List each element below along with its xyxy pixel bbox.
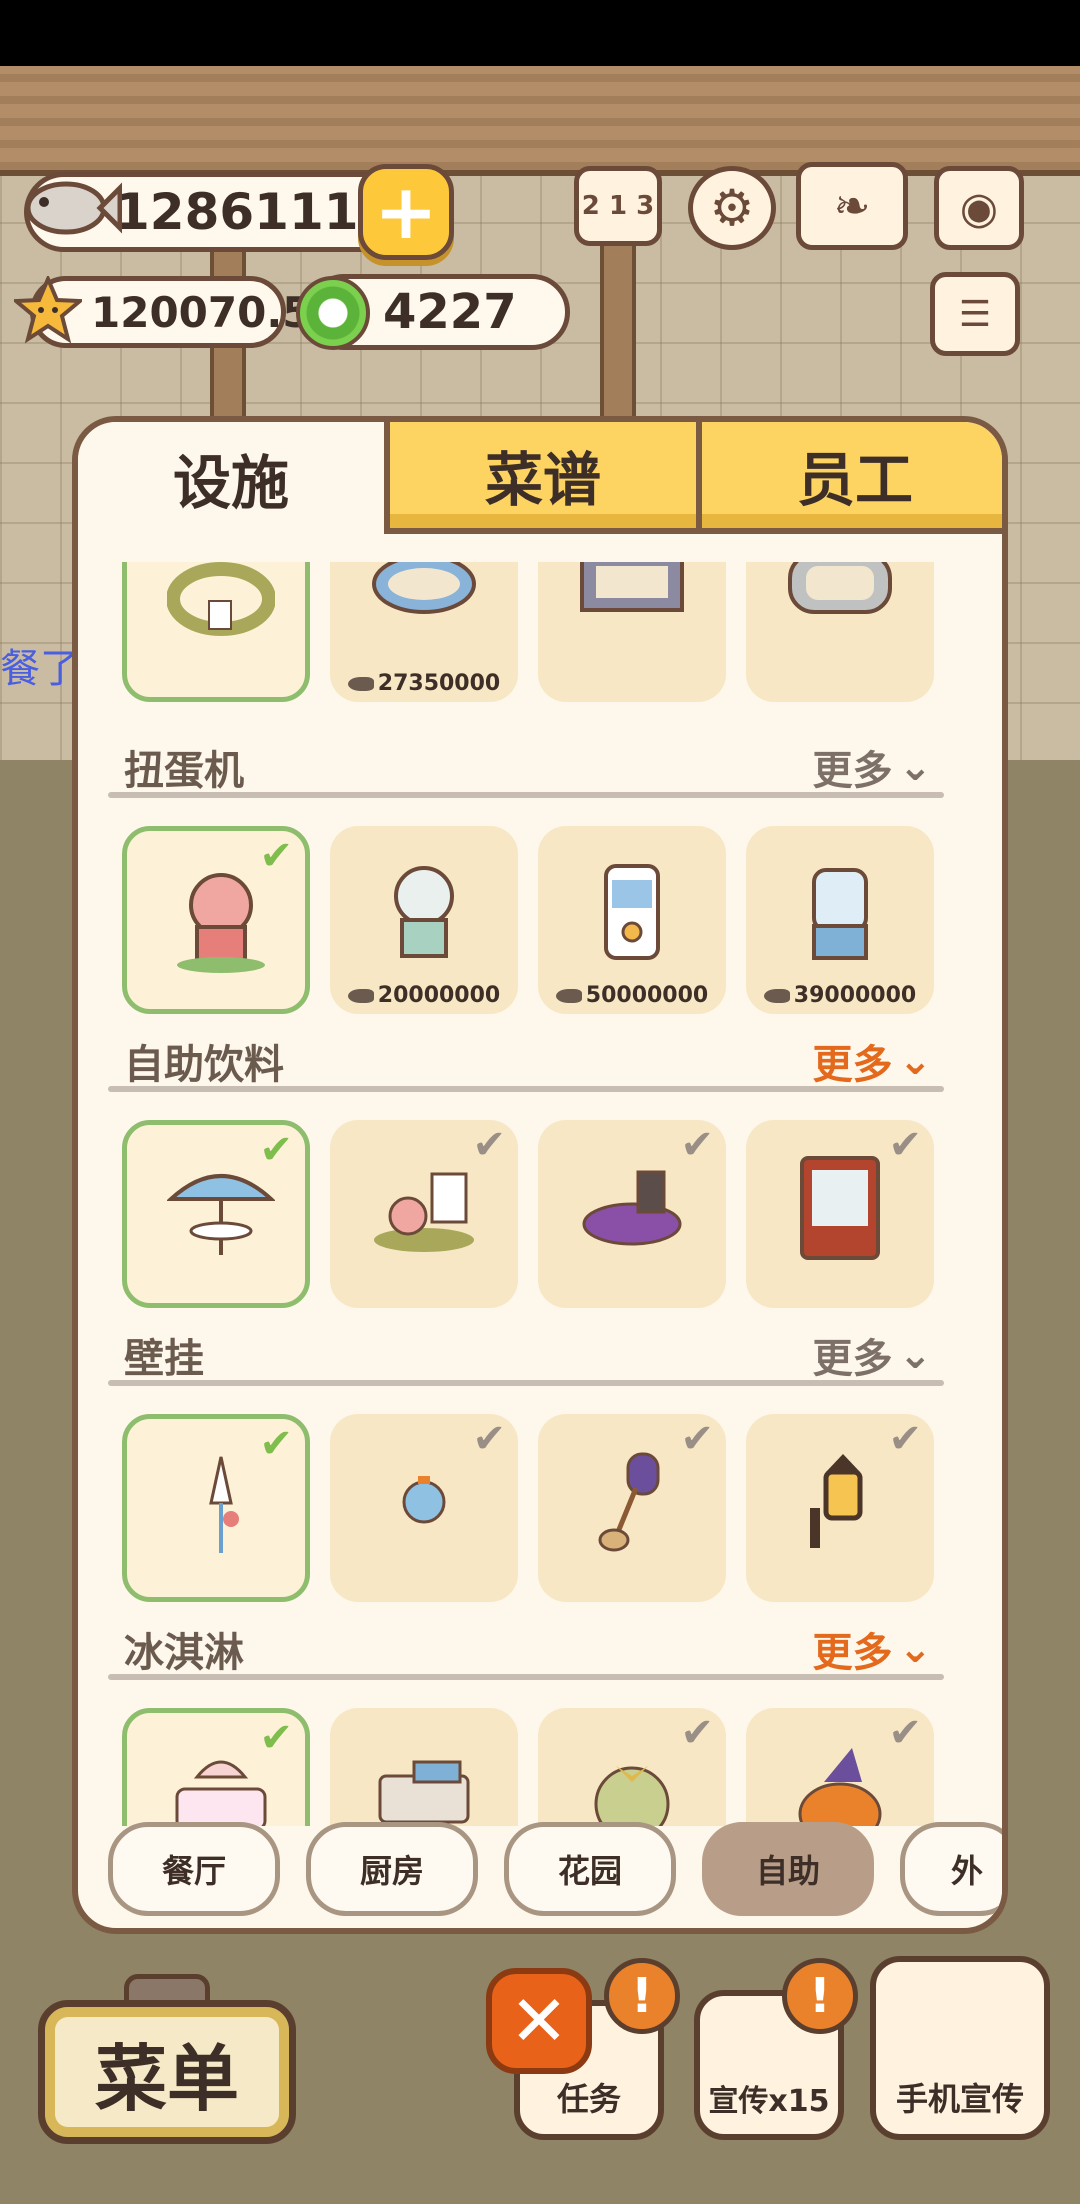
close-button[interactable]: ✕ bbox=[486, 1968, 592, 2074]
vending-machine-icon bbox=[800, 1156, 880, 1260]
item-price: 27350000 bbox=[330, 671, 518, 696]
menu-button[interactable]: 菜单 bbox=[38, 2000, 296, 2144]
tab-garden[interactable]: 花园 bbox=[504, 1822, 676, 1916]
tab-outdoor[interactable]: 外 bbox=[900, 1822, 1002, 1916]
item-card[interactable]: ✔ bbox=[538, 1120, 726, 1308]
fish-amount: 12861112 bbox=[115, 183, 394, 241]
item-card[interactable]: ✔ bbox=[330, 1414, 518, 1602]
blue-oval-table-icon bbox=[372, 562, 476, 614]
section-title: 壁挂 bbox=[124, 1336, 204, 1382]
gacha-machine-icon bbox=[812, 868, 868, 960]
star-icon bbox=[14, 276, 82, 344]
shop-panel: 设施 菜谱 员工 27350000 扭蛋机 更多 ⌄ ✔ 20000000 50… bbox=[72, 416, 1008, 1934]
fish-icon bbox=[347, 676, 374, 691]
item-card[interactable]: ✔ bbox=[746, 1414, 934, 1602]
chevron-down-icon: ⌄ bbox=[898, 744, 932, 790]
item-card[interactable]: ✔ bbox=[122, 826, 310, 1014]
ring-amount: 4227 bbox=[383, 284, 517, 340]
item-card[interactable]: ✔ bbox=[330, 1120, 518, 1308]
item-card[interactable]: ✔ bbox=[538, 1708, 726, 1826]
panel-tabs: 设施 菜谱 员工 bbox=[78, 422, 1002, 534]
notification-badge: ! bbox=[782, 1958, 858, 2034]
tab-self-service[interactable]: 自助 bbox=[702, 1822, 874, 1916]
item-card[interactable]: ✔ bbox=[746, 1120, 934, 1308]
item-card[interactable]: ✔ bbox=[746, 1708, 934, 1826]
tab-staff[interactable]: 员工 bbox=[702, 422, 1002, 534]
section-divider bbox=[108, 1674, 944, 1680]
item-card[interactable] bbox=[538, 562, 726, 702]
blue-lantern-icon bbox=[402, 1476, 446, 1524]
fish-icon bbox=[555, 988, 582, 1003]
category-tabs: 餐厅 厨房 花园 自助 外 bbox=[78, 1822, 1002, 1928]
more-button[interactable]: 更多 ⌄ bbox=[812, 1032, 932, 1090]
item-card[interactable]: ✔ bbox=[122, 1414, 310, 1602]
item-price: 50000000 bbox=[538, 983, 726, 1008]
section-title: 自助饮料 bbox=[124, 1042, 284, 1088]
status-bar bbox=[0, 0, 1080, 66]
gacha-machine-icon bbox=[177, 873, 265, 973]
item-card[interactable]: 27350000 bbox=[330, 562, 518, 702]
ring-icon bbox=[296, 276, 370, 350]
fish-icon bbox=[347, 988, 374, 1003]
ranking-icon[interactable]: 2 1 3 bbox=[574, 166, 662, 246]
phone-promo-button[interactable]: 手机宣传 bbox=[870, 1956, 1050, 2140]
more-button[interactable]: 更多 ⌄ bbox=[812, 1620, 932, 1678]
notification-badge: ! bbox=[604, 1958, 680, 2034]
metal-table-icon bbox=[788, 562, 892, 614]
star-amount: 120070.5 bbox=[91, 287, 312, 337]
section-divider bbox=[108, 1086, 944, 1092]
spooky-table-icon bbox=[580, 562, 684, 612]
item-card[interactable]: ✔ bbox=[122, 1120, 310, 1308]
camera-icon[interactable]: ◉ bbox=[934, 166, 1024, 250]
pumpkin-carriage-icon bbox=[594, 1766, 670, 1826]
pumpkin-witch-icon bbox=[798, 1748, 882, 1826]
add-fish-button[interactable]: + bbox=[358, 164, 454, 260]
tab-kitchen[interactable]: 厨房 bbox=[306, 1822, 478, 1916]
book-icon[interactable]: ❧ bbox=[796, 162, 908, 250]
broom-window-icon bbox=[598, 1452, 660, 1552]
chevron-down-icon: ⌄ bbox=[898, 1332, 932, 1378]
wooden-beam bbox=[0, 66, 1080, 176]
mushroom-wreath-table-icon bbox=[167, 562, 275, 636]
tea-set-icon bbox=[374, 1172, 474, 1252]
gear-icon[interactable]: ⚙ bbox=[688, 166, 776, 250]
gacha-machine-icon bbox=[394, 866, 454, 958]
wall-lamp-icon bbox=[810, 1454, 863, 1548]
fish-icon bbox=[25, 181, 122, 235]
item-price: 39000000 bbox=[746, 983, 934, 1008]
section-divider bbox=[108, 792, 944, 798]
item-card[interactable] bbox=[746, 562, 934, 702]
ice-cream-stand-icon bbox=[378, 1760, 470, 1824]
witch-table-icon bbox=[582, 1170, 682, 1246]
umbrella-table-icon bbox=[167, 1174, 275, 1255]
more-button[interactable]: 更多 ⌄ bbox=[812, 738, 932, 796]
wall-ornament-icon bbox=[209, 1456, 239, 1553]
item-card[interactable]: 50000000 bbox=[538, 826, 726, 1014]
chevron-down-icon: ⌄ bbox=[898, 1038, 932, 1084]
more-button[interactable]: 更多 ⌄ bbox=[812, 1326, 932, 1384]
tab-restaurant[interactable]: 餐厅 bbox=[108, 1822, 280, 1916]
item-card[interactable] bbox=[122, 562, 310, 702]
section-title: 冰淇淋 bbox=[124, 1630, 244, 1676]
facility-list[interactable]: 27350000 扭蛋机 更多 ⌄ ✔ 20000000 50000000 39… bbox=[78, 562, 1002, 1826]
item-card[interactable] bbox=[330, 1708, 518, 1826]
fish-icon bbox=[763, 988, 790, 1003]
item-price: 20000000 bbox=[330, 983, 518, 1008]
section-title: 扭蛋机 bbox=[124, 748, 244, 794]
item-card[interactable]: 20000000 bbox=[330, 826, 518, 1014]
tab-recipes[interactable]: 菜谱 bbox=[390, 422, 702, 534]
item-card[interactable]: 39000000 bbox=[746, 826, 934, 1014]
tab-facilities[interactable]: 设施 bbox=[78, 422, 390, 534]
item-card[interactable]: ✔ bbox=[538, 1414, 726, 1602]
section-divider bbox=[108, 1380, 944, 1386]
newspaper-icon[interactable]: ☰ bbox=[930, 272, 1020, 356]
capsule-toy-machine-icon bbox=[604, 864, 660, 960]
chevron-down-icon: ⌄ bbox=[898, 1626, 932, 1672]
item-card[interactable]: ✔ bbox=[122, 1708, 310, 1826]
ice-cream-cart-icon bbox=[175, 1760, 267, 1826]
